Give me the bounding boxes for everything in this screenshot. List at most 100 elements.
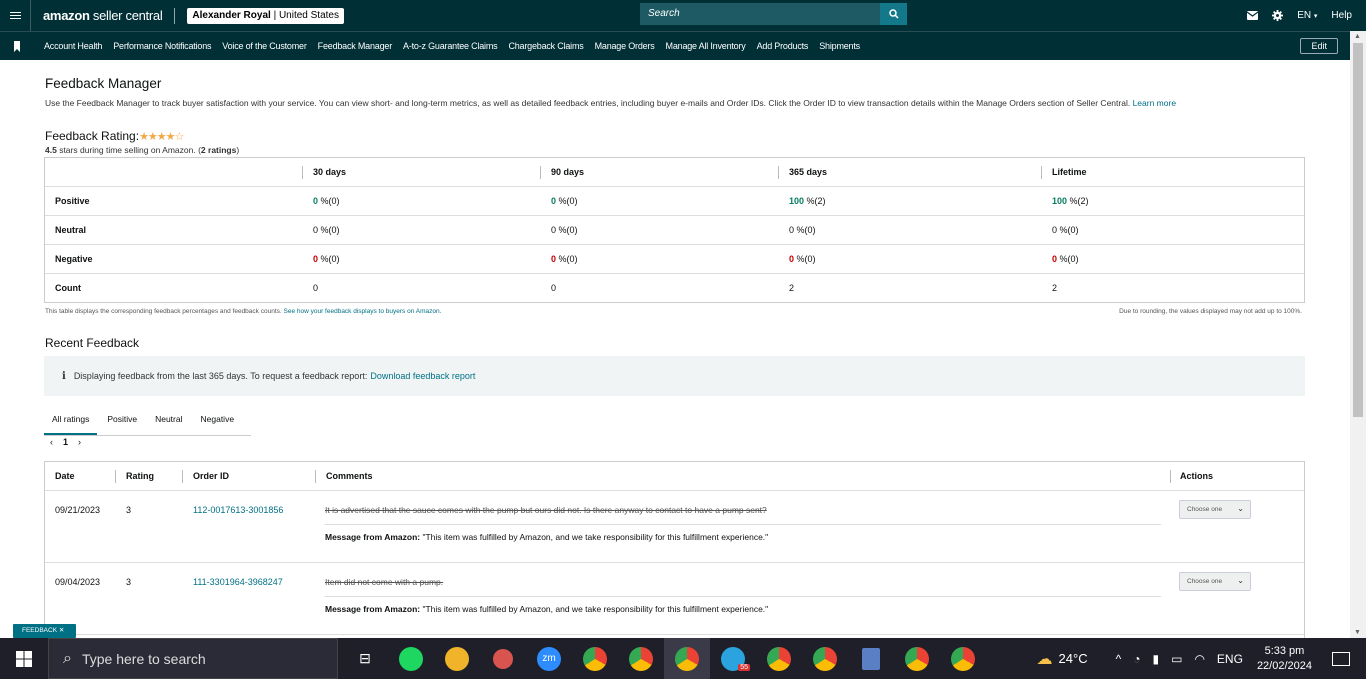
row-label: Count <box>55 283 81 293</box>
chevron-down-icon: ⌄ <box>1237 576 1244 585</box>
scroll-up-icon[interactable]: ▲ <box>1354 33 1361 40</box>
period-header: Lifetime <box>1052 167 1087 177</box>
metric-value: 0 %(0) <box>789 225 816 235</box>
action-dropdown[interactable]: Choose one ⌄ <box>1179 500 1251 519</box>
bookmark-bar: Account Health Performance Notifications… <box>0 31 1350 60</box>
metric-value: 0 %(0) <box>789 254 816 264</box>
column-header: Actions <box>1180 471 1214 481</box>
scroll-thumb[interactable] <box>1353 43 1363 417</box>
tab-all-ratings[interactable]: All ratings <box>44 410 98 435</box>
chrome-icon[interactable] <box>756 638 802 679</box>
seller-central-logo[interactable]: amazon seller central <box>43 8 163 23</box>
menu-icon[interactable] <box>0 0 31 31</box>
bookmark-icon[interactable] <box>12 40 22 52</box>
edit-bookmarks-button[interactable]: Edit <box>1300 38 1338 54</box>
microphone-icon[interactable]: ▮ <box>1152 652 1159 666</box>
nav-performance-notifications[interactable]: Performance Notifications <box>113 41 211 51</box>
search-icon <box>888 9 899 19</box>
action-dropdown[interactable]: Choose one ⌄ <box>1179 572 1251 591</box>
chevron-left-icon[interactable]: ‹ <box>50 437 53 447</box>
recent-feedback-title: Recent Feedback <box>45 336 140 350</box>
nav-shipments[interactable]: Shipments <box>819 41 860 51</box>
metrics-row-count: Count 0 0 2 2 <box>45 274 1304 303</box>
feedback-tab-button[interactable]: FEEDBACK ✕ <box>13 624 76 638</box>
app-icon[interactable] <box>434 638 480 679</box>
battery-icon[interactable]: ▭ <box>1171 652 1182 666</box>
feedback-rating: 3 <box>126 577 132 587</box>
tab-neutral[interactable]: Neutral <box>147 410 190 435</box>
tab-positive[interactable]: Positive <box>99 410 145 435</box>
nav-voice-of-customer[interactable]: Voice of the Customer <box>222 41 307 51</box>
nav-manage-inventory[interactable]: Manage All Inventory <box>666 41 746 51</box>
order-id-link[interactable]: 111-3301964-3968247 <box>193 577 283 587</box>
zoom-icon[interactable]: zm <box>526 638 572 679</box>
chevron-down-icon: ⌄ <box>1237 504 1244 513</box>
chrome-icon[interactable] <box>572 638 618 679</box>
feedback-rating: 3 <box>126 505 132 515</box>
help-link[interactable]: Help <box>1331 10 1352 21</box>
nav-a-to-z-claims[interactable]: A-to-z Guarantee Claims <box>403 41 498 51</box>
chrome-icon[interactable] <box>940 638 986 679</box>
period-header: 90 days <box>551 167 585 177</box>
metric-value: 0 %(0) <box>1052 225 1079 235</box>
search-input[interactable]: Search <box>640 3 880 25</box>
language-indicator[interactable]: ENG <box>1217 652 1243 666</box>
calculator-icon[interactable] <box>848 638 894 679</box>
network-icon[interactable]: ◔ <box>1133 652 1140 666</box>
star-rating-icon: ★★★★☆ <box>139 131 184 143</box>
top-header: amazon seller central Alexander Royal | … <box>0 0 1366 31</box>
nav-account-health[interactable]: Account Health <box>44 41 102 51</box>
nav-manage-orders[interactable]: Manage Orders <box>595 41 655 51</box>
metric-value: 0 %(0) <box>313 196 340 206</box>
chrome-icon[interactable] <box>664 638 710 679</box>
windows-start-icon[interactable] <box>0 638 48 679</box>
table-row: 09/21/2023 3 112-0017613-3001856 It is a… <box>45 491 1304 563</box>
nav-add-products[interactable]: Add Products <box>757 41 809 51</box>
temperature[interactable]: 24°C <box>1059 651 1088 666</box>
notification-icon[interactable] <box>1332 651 1350 666</box>
page-number[interactable]: 1 <box>63 437 68 447</box>
clock[interactable]: 5:33 pm 22/02/2024 <box>1257 644 1312 674</box>
spotify-icon[interactable] <box>388 638 434 679</box>
chrome-icon[interactable] <box>894 638 940 679</box>
task-view-icon[interactable]: ⊟ <box>342 638 388 679</box>
taskbar-search[interactable]: ⌕ Type here to search <box>48 638 338 679</box>
metrics-row-neutral: Neutral 0 %(0) 0 %(0) 0 %(0) 0 %(0) <box>45 216 1304 245</box>
tab-negative[interactable]: Negative <box>193 410 243 435</box>
mail-icon[interactable] <box>1247 11 1259 20</box>
language-selector[interactable]: EN ▾ <box>1297 10 1317 21</box>
windows-taskbar: ⌕ Type here to search ⊟ zm 55 ☁ 24°C ^ ◔ … <box>0 638 1366 679</box>
scroll-down-icon[interactable]: ▼ <box>1354 629 1361 636</box>
feedback-table: Date Rating Order ID Comments Actions 09… <box>44 461 1305 638</box>
account-switcher[interactable]: Alexander Royal | United States <box>187 7 344 24</box>
app-icon[interactable] <box>480 638 526 679</box>
row-label: Negative <box>55 254 93 264</box>
chevron-down-icon: ▾ <box>1313 13 1318 20</box>
search-button[interactable] <box>880 3 907 25</box>
nav-feedback-manager[interactable]: Feedback Manager <box>318 41 393 51</box>
metric-value: 0 %(0) <box>551 225 578 235</box>
chevron-right-icon[interactable]: › <box>78 437 81 447</box>
rounding-note: Due to rounding, the values displayed ma… <box>1119 308 1302 315</box>
nav-chargeback-claims[interactable]: Chargeback Claims <box>508 41 583 51</box>
close-icon[interactable]: ✕ <box>59 627 64 634</box>
feedback-comment: It is advertised that the sauce comes wi… <box>325 505 767 515</box>
metrics-row-negative: Negative 0 %(0) 0 %(0) 0 %(0) 0 %(0) <box>45 245 1304 274</box>
learn-more-link[interactable]: Learn more <box>1133 98 1176 108</box>
wifi-icon[interactable]: ◠ <box>1194 652 1204 666</box>
weather-icon[interactable]: ☁ <box>1037 649 1053 669</box>
metrics-header-row: 30 days 90 days 365 days Lifetime <box>45 158 1304 187</box>
chevron-up-icon[interactable]: ^ <box>1116 652 1122 666</box>
amazon-message: Message from Amazon: "This item was fulf… <box>325 604 769 614</box>
notification-badge: 55 <box>738 664 750 671</box>
gear-icon[interactable] <box>1272 10 1284 21</box>
amazon-message: Message from Amazon: "This item was fulf… <box>325 532 769 542</box>
chrome-icon[interactable] <box>802 638 848 679</box>
chrome-icon[interactable] <box>618 638 664 679</box>
download-report-link[interactable]: Download feedback report <box>370 371 475 381</box>
page-scrollbar[interactable]: ▲ ▼ <box>1350 31 1366 638</box>
telegram-icon[interactable]: 55 <box>710 638 756 679</box>
metric-value: 0 %(0) <box>313 225 340 235</box>
order-id-link[interactable]: 112-0017613-3001856 <box>193 505 283 515</box>
feedback-display-link[interactable]: See how your feedback displays to buyers… <box>284 308 442 315</box>
